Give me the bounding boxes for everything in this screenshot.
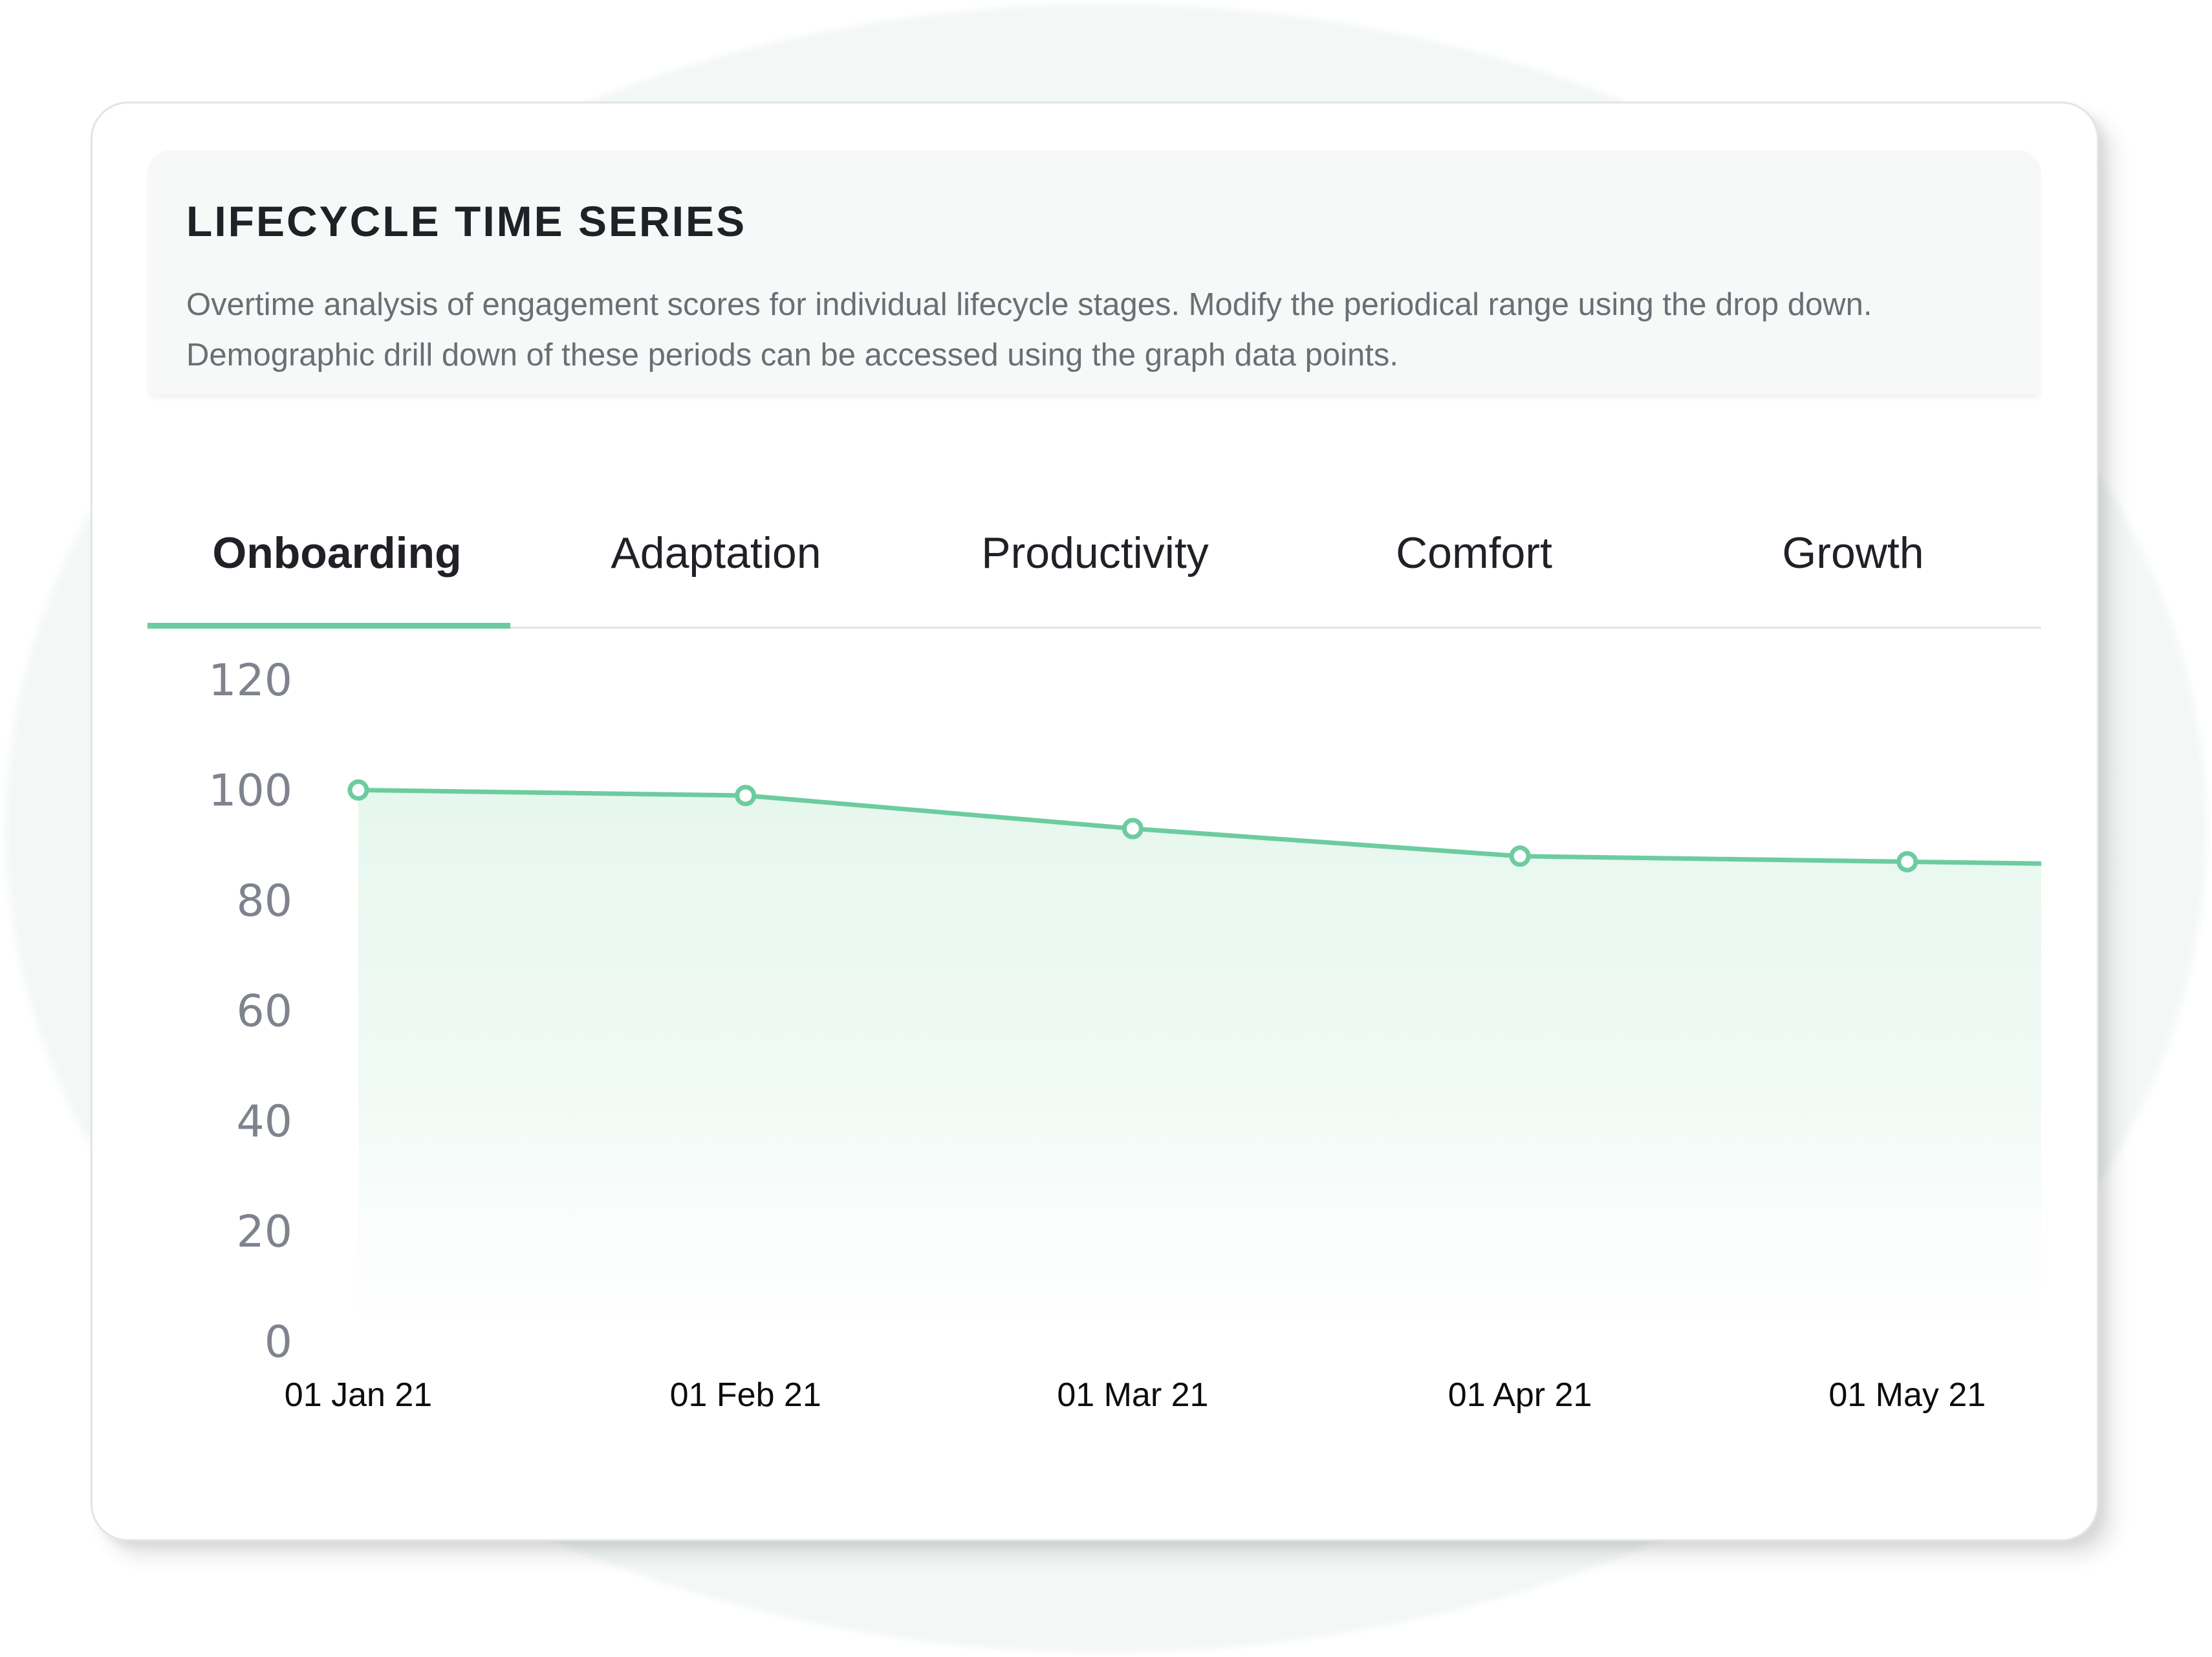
data-point-3[interactable]	[1122, 818, 1144, 839]
y-tick-label: 40	[236, 1096, 292, 1147]
x-tick-label: 01 Jan 21	[285, 1376, 432, 1414]
y-axis: 120 100 80 60 40 20 0	[208, 655, 292, 1368]
data-point-4[interactable]	[1509, 845, 1531, 867]
y-tick-label: 60	[236, 986, 292, 1037]
x-tick-label: 01 May 21	[1828, 1376, 1986, 1414]
x-tick-label: 01 Feb 21	[670, 1376, 821, 1414]
y-tick-label: 0	[265, 1317, 292, 1368]
x-axis: 01 Jan 21 01 Feb 21 01 Mar 21 01 Apr 21 01 M…	[285, 1376, 1986, 1414]
y-tick-label: 120	[208, 655, 292, 706]
y-tick-label: 100	[208, 766, 292, 817]
x-tick-label: 01 Apr 21	[1448, 1376, 1592, 1414]
plot-area	[358, 788, 2041, 1341]
y-tick-label: 80	[236, 876, 292, 927]
lifecycle-chart: 120 100 80 60 40 20 0 01 Jan 21 01 Feb 21 01 Mar…	[208, 655, 2041, 1414]
series-area-fill	[358, 790, 2041, 1341]
y-tick-label: 20	[236, 1207, 292, 1258]
data-point-5[interactable]	[1896, 850, 1918, 872]
data-point-1[interactable]	[347, 779, 369, 801]
data-point-2[interactable]	[735, 785, 757, 807]
x-tick-label: 01 Mar 21	[1057, 1376, 1208, 1414]
